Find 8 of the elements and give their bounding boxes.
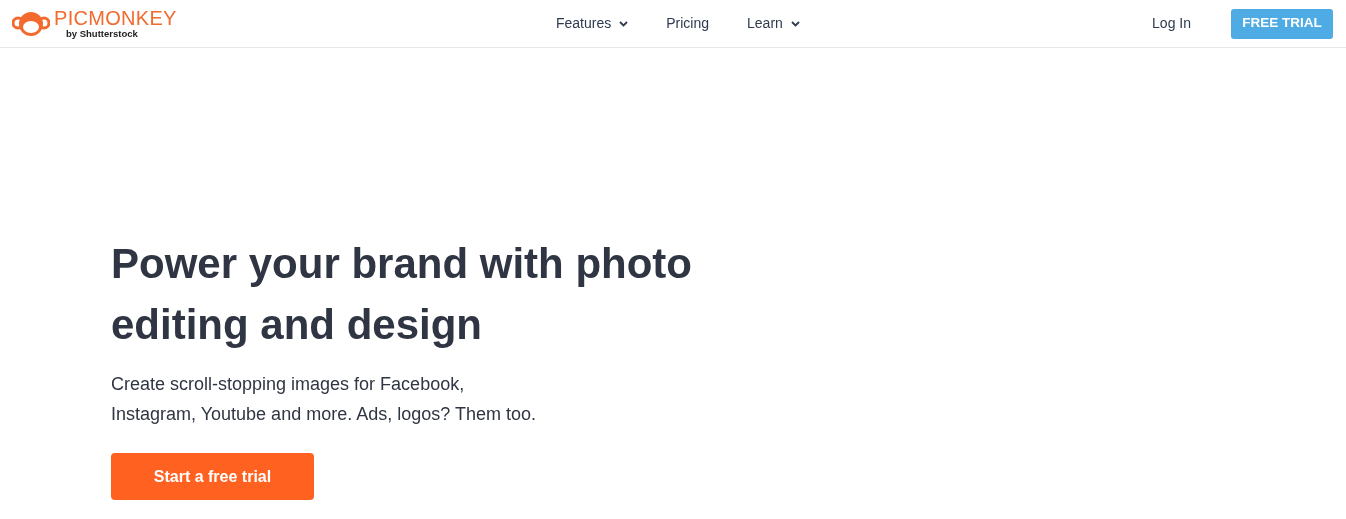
- nav-link[interactable]: Learn: [747, 13, 800, 34]
- login-link[interactable]: Log In: [1152, 13, 1191, 34]
- nav-link[interactable]: Features: [556, 13, 629, 34]
- logo-byline: by Shutterstock: [66, 28, 139, 39]
- logo-wordmark: PICMONKEY: [54, 8, 177, 28]
- hero-heading: Power your brand with photo editing and design: [111, 239, 693, 350]
- nav-link[interactable]: Pricing: [666, 13, 710, 34]
- hero-subtitle: Create scroll-stopping images for Facebook, Instagram, Youtube and more. Ads, logos? Them too.: [111, 373, 537, 426]
